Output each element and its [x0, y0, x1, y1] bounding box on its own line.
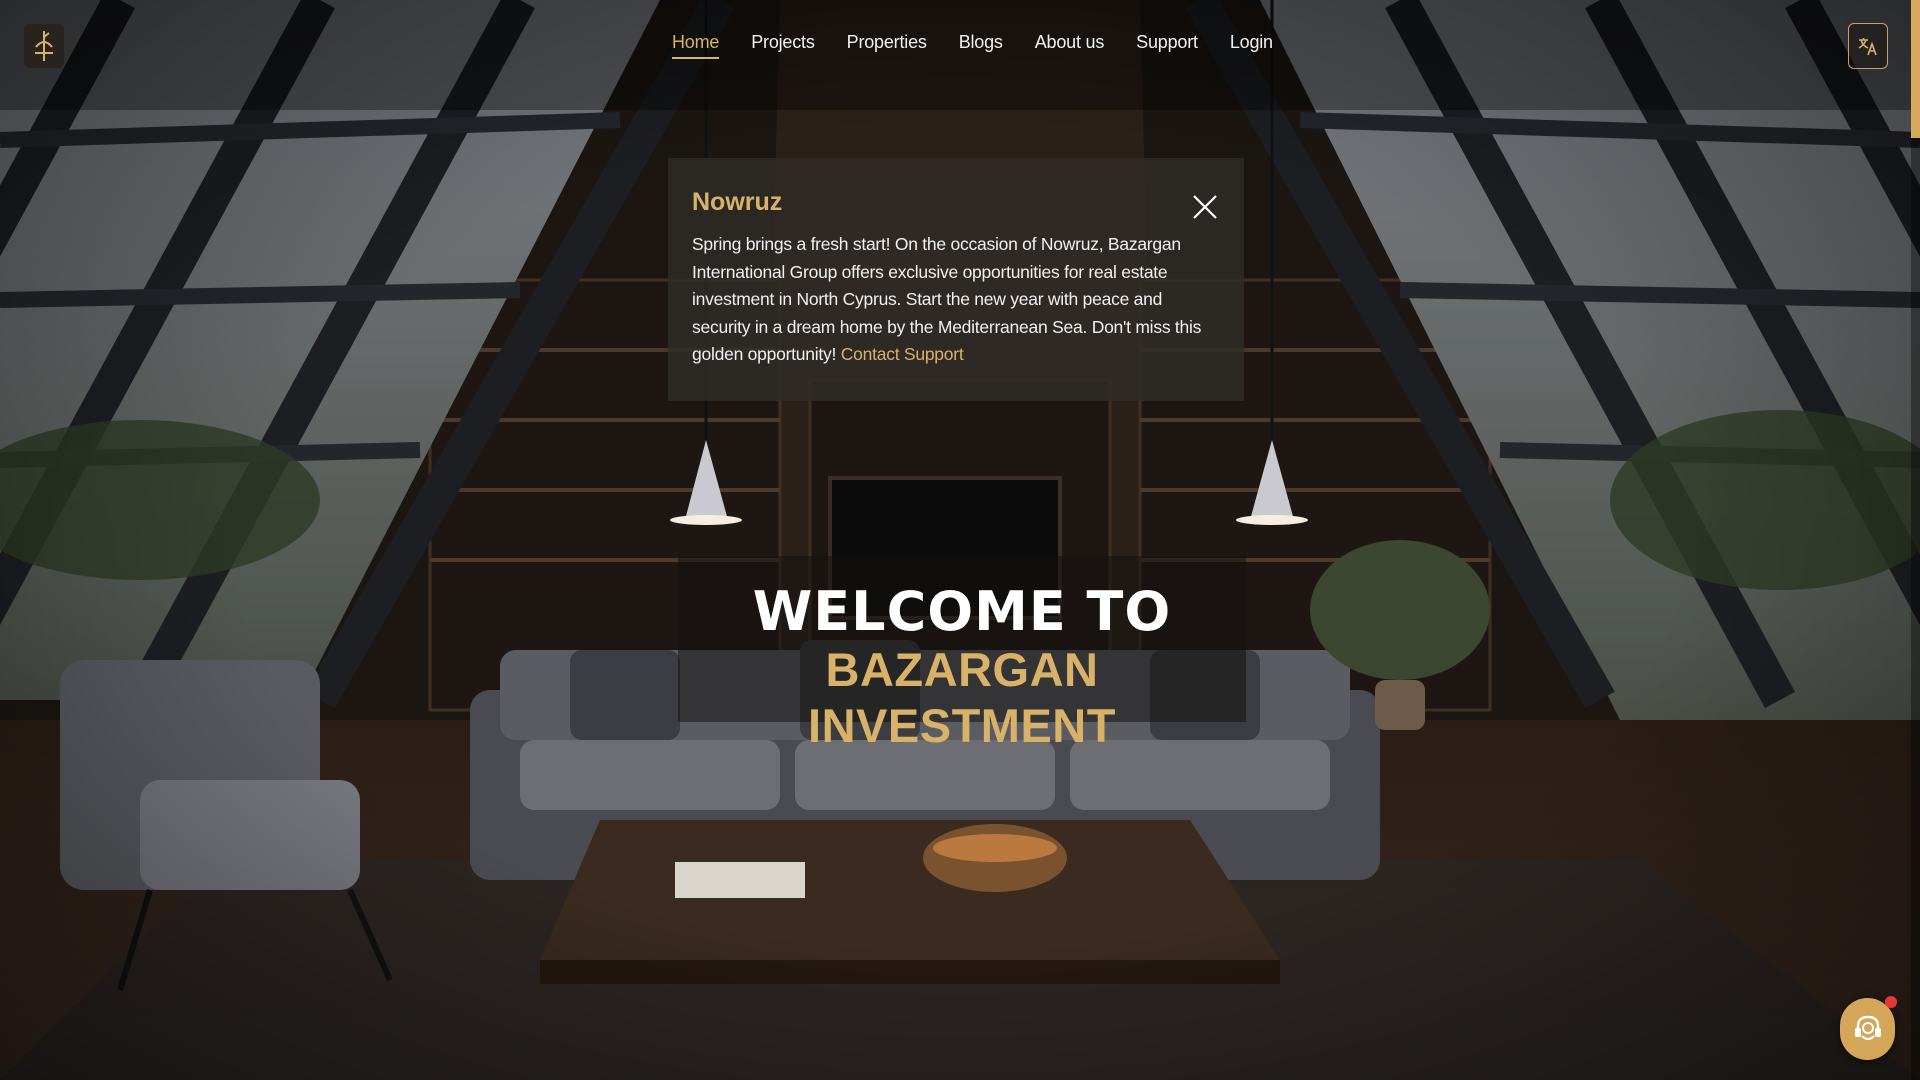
- nav-projects[interactable]: Projects: [751, 32, 815, 57]
- nav-support[interactable]: Support: [1136, 32, 1198, 57]
- nav-properties[interactable]: Properties: [847, 32, 927, 57]
- close-icon[interactable]: [1192, 194, 1218, 220]
- language-button[interactable]: [1848, 23, 1888, 69]
- support-agent-icon: [1854, 1015, 1881, 1041]
- bazargan-logo-icon: [35, 31, 53, 61]
- main-navigation: Home Projects Properties Blogs About us …: [672, 32, 1273, 64]
- notification-dot: [1885, 996, 1897, 1008]
- hero-title-box: WELCOME TO BAZARGAN INVESTMENT: [678, 556, 1246, 752]
- popup-message: Spring brings a fresh start! On the occa…: [692, 231, 1220, 369]
- nav-home[interactable]: Home: [672, 32, 719, 59]
- scrollbar-thumb[interactable]: [1911, 0, 1920, 138]
- contact-support-link[interactable]: Contact Support: [841, 344, 964, 364]
- popup-title: Nowruz: [692, 188, 783, 216]
- site-logo[interactable]: [24, 24, 64, 68]
- support-chat-button[interactable]: [1840, 996, 1897, 1060]
- page-scrollbar[interactable]: [1911, 0, 1920, 1080]
- hero-heading-line2: BAZARGAN INVESTMENT: [808, 643, 1116, 752]
- nav-blogs[interactable]: Blogs: [959, 32, 1003, 57]
- announcement-popup: Nowruz Spring brings a fresh start! On t…: [668, 158, 1244, 401]
- nav-about-us[interactable]: About us: [1035, 32, 1105, 57]
- translate-icon: [1858, 38, 1877, 56]
- hero-heading-line1: WELCOME TO: [752, 580, 1172, 643]
- nav-login[interactable]: Login: [1230, 32, 1273, 57]
